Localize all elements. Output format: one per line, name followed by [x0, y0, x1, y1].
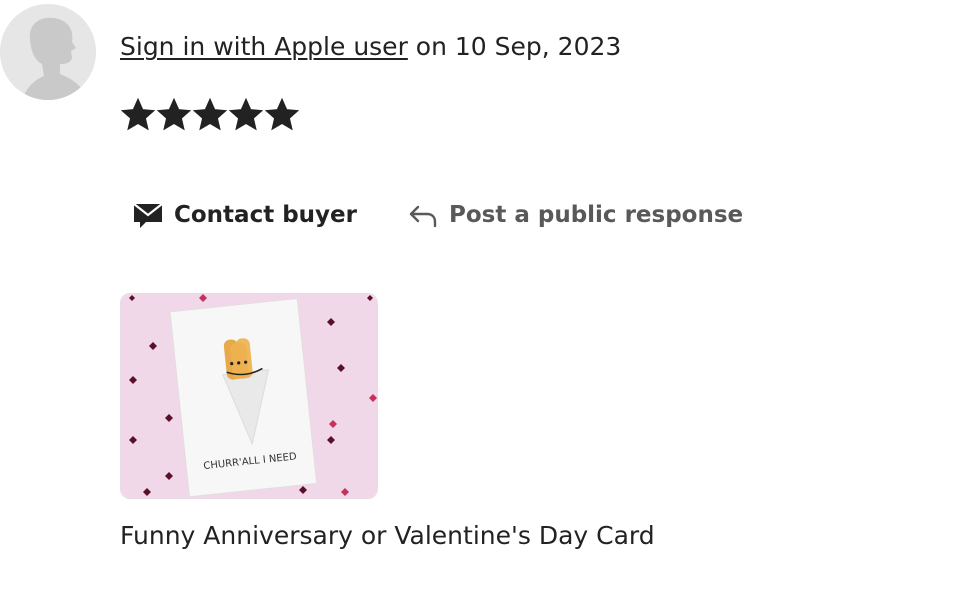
- review-date: 10 Sep, 2023: [454, 32, 622, 61]
- envelope-message-icon: [132, 200, 164, 230]
- listing-thumbnail[interactable]: CHURR'ALL I NEED: [120, 293, 378, 499]
- review-meta: Sign in with Apple user on 10 Sep, 2023: [120, 30, 621, 64]
- post-public-response-button[interactable]: Post a public response: [407, 201, 743, 229]
- reply-arrow-icon: [407, 201, 439, 229]
- date-prefix: on: [415, 32, 447, 61]
- card-product-image: CHURR'ALL I NEED: [121, 294, 377, 498]
- star-filled-icon: [156, 97, 192, 131]
- contact-buyer-label: Contact buyer: [174, 202, 357, 228]
- star-filled-icon: [192, 97, 228, 131]
- star-rating: [120, 96, 300, 134]
- review-card: Sign in with Apple user on 10 Sep, 2023 …: [0, 0, 964, 610]
- listing-title-link[interactable]: Funny Anniversary or Valentine's Day Car…: [120, 518, 655, 554]
- star-filled-icon: [264, 97, 300, 131]
- star-filled-icon: [228, 97, 264, 131]
- reviewer-name-link[interactable]: Sign in with Apple user: [120, 32, 408, 61]
- review-actions: Contact buyer Post a public response: [132, 200, 743, 230]
- star-filled-icon: [120, 97, 156, 131]
- reviewer-avatar[interactable]: [0, 4, 96, 100]
- default-avatar-icon: [0, 4, 96, 100]
- contact-buyer-button[interactable]: Contact buyer: [132, 200, 357, 230]
- post-public-response-label: Post a public response: [448, 202, 744, 228]
